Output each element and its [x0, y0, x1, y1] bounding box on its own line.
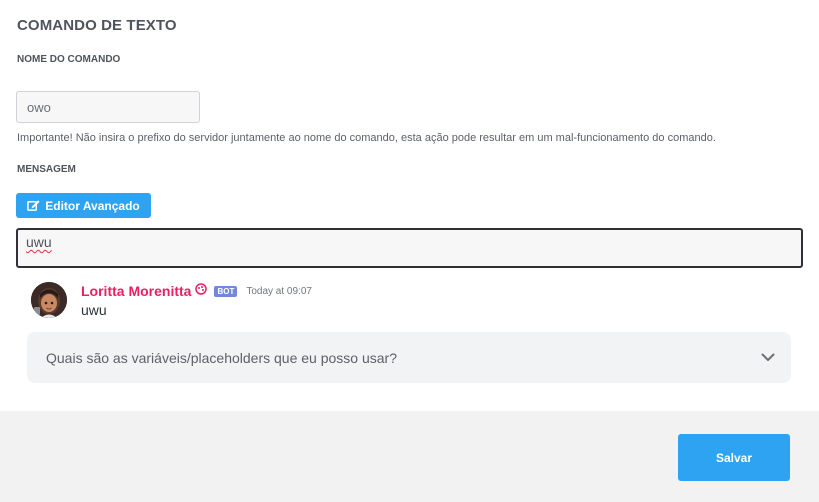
palette-icon [195, 282, 208, 300]
modal-footer: Salvar [0, 411, 819, 502]
author-line: Loritta Morenitta BOT Today at 09:07 [81, 282, 312, 300]
avatar [31, 282, 67, 318]
advanced-editor-button[interactable]: Editor Avançado [16, 193, 151, 218]
command-name-hint: Importante! Não insira o prefixo do serv… [17, 132, 716, 144]
message-textarea[interactable]: uwu [16, 228, 803, 268]
save-button[interactable]: Salvar [678, 434, 790, 481]
command-name-input[interactable] [16, 91, 200, 123]
message-text-value: uwu [26, 234, 52, 250]
command-name-label: NOME DO COMANDO [17, 54, 121, 65]
faq-question: Quais são as variáveis/placeholders que … [46, 349, 397, 366]
bot-badge: BOT [214, 285, 238, 297]
preview-message-content: uwu [81, 302, 107, 318]
modal-body: COMANDO DE TEXTO NOME DO COMANDO Importa… [0, 0, 819, 411]
message-timestamp: Today at 09:07 [246, 285, 312, 297]
chevron-down-icon [761, 349, 775, 367]
advanced-editor-label: Editor Avançado [45, 198, 140, 213]
modal-title: COMANDO DE TEXTO [17, 17, 177, 34]
message-label: MENSAGEM [17, 164, 76, 175]
edit-icon [27, 199, 40, 212]
author-name[interactable]: Loritta Morenitta [81, 283, 191, 299]
command-modal: COMANDO DE TEXTO NOME DO COMANDO Importa… [0, 0, 819, 502]
message-preview: Loritta Morenitta BOT Today at 09:07 uwu [28, 280, 788, 324]
placeholders-faq[interactable]: Quais são as variáveis/placeholders que … [27, 332, 791, 383]
